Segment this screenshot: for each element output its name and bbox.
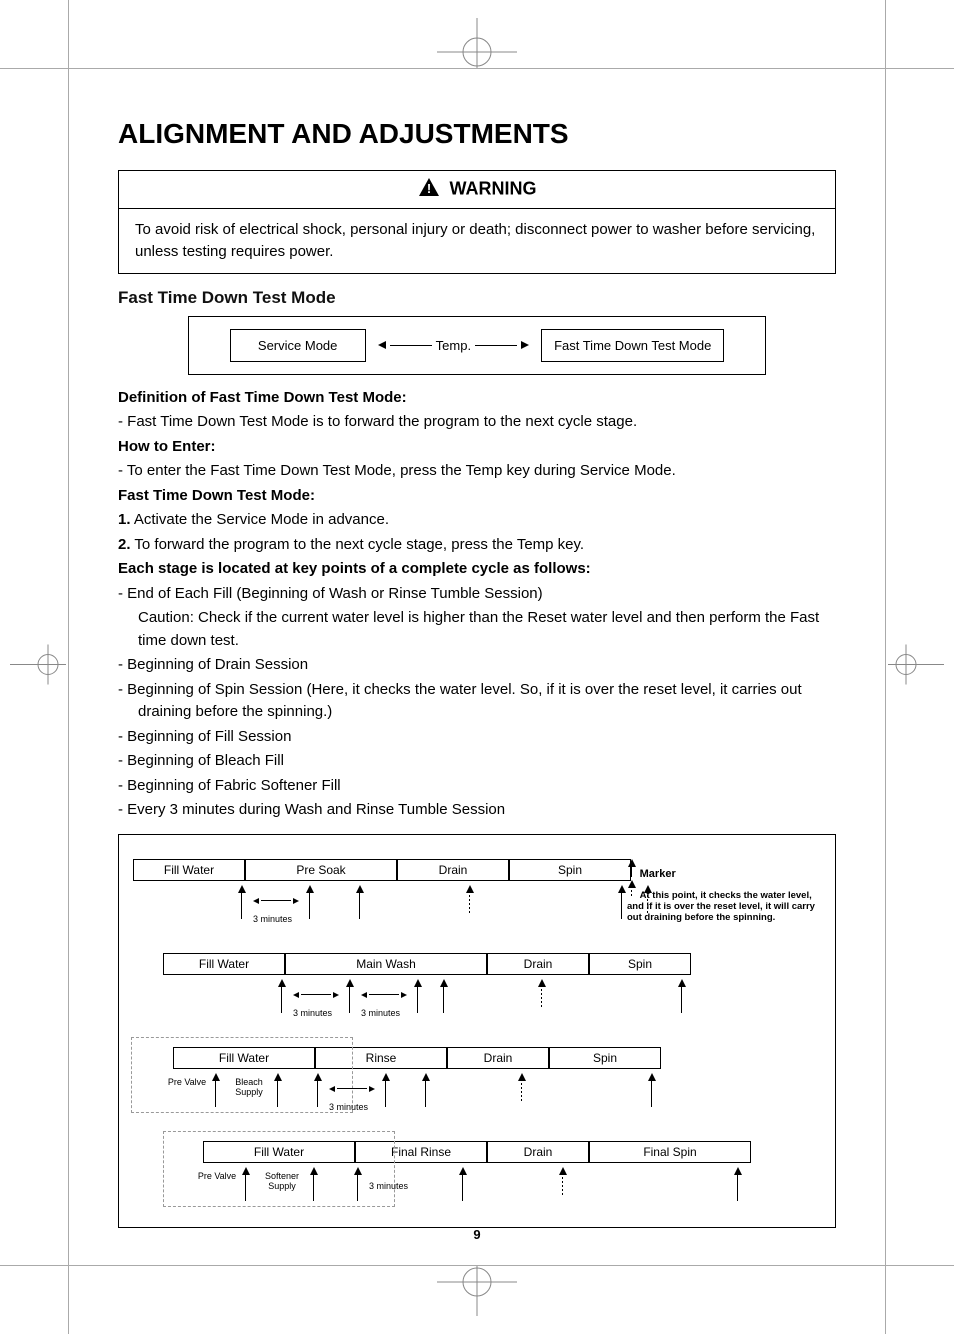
marker-arrow (355, 885, 365, 919)
stage-drain: Drain (487, 1141, 589, 1163)
stage-fill: Fill Water (163, 953, 285, 975)
stage-spin: Spin (549, 1047, 661, 1069)
stage-drain: Drain (397, 859, 509, 881)
marker-arrow-dash (643, 885, 653, 913)
warning-box: ! WARNING To avoid risk of electrical sh… (118, 170, 836, 274)
caution-text: Caution: Check if the current water leve… (118, 607, 836, 652)
list-item: - To enter the Fast Time Down Test Mode,… (118, 460, 836, 483)
three-min-span: 3 minutes (361, 985, 407, 1019)
marker-arrow (677, 979, 687, 1013)
cycle-diagram: Marker At this point, it checks the wate… (118, 834, 836, 1228)
warning-text: To avoid risk of electrical shock, perso… (119, 209, 835, 273)
bleach-label: Bleach Supply (229, 1077, 269, 1113)
registration-mark-left (10, 645, 66, 690)
cycle-row-rinse: Fill Water Rinse Drain Spin Pre Valve Bl… (133, 1047, 817, 1113)
marker-arrow-dash (465, 885, 475, 913)
page-title: ALIGNMENT AND ADJUSTMENTS (118, 118, 836, 150)
softener-label: Softener Supply (259, 1171, 305, 1207)
marker-arrow (733, 1167, 743, 1201)
step-2: 2. To forward the program to the next cy… (118, 534, 836, 557)
subhead-stages: Each stage is located at key points of a… (118, 558, 836, 581)
marker-arrow (237, 885, 247, 919)
list-item: - Beginning of Fill Session (118, 726, 836, 749)
mode-fast-time: Fast Time Down Test Mode (541, 329, 724, 362)
list-item: - Fast Time Down Test Mode is to forward… (118, 411, 836, 434)
section-heading: Fast Time Down Test Mode (118, 288, 836, 308)
step-1: 1. Activate the Service Mode in advance. (118, 509, 836, 532)
marker-arrow (647, 1073, 657, 1107)
marker-arrow (413, 979, 423, 1013)
arrow-bidirectional: Temp. (378, 338, 529, 353)
marker-arrow (353, 1167, 363, 1201)
stage-mainwash: Main Wash (285, 953, 487, 975)
marker-arrow (381, 1073, 391, 1107)
marker-arrow (313, 1073, 323, 1107)
warning-label: WARNING (450, 178, 537, 198)
body-copy: Definition of Fast Time Down Test Mode: … (118, 387, 836, 822)
three-min-label: 3 minutes (369, 1181, 408, 1207)
mode-service: Service Mode (230, 329, 366, 362)
stage-drain: Drain (487, 953, 589, 975)
page-number: 9 (118, 1227, 836, 1242)
pre-valve-label: Pre Valve (167, 1077, 207, 1087)
three-min-span: 3 minutes (293, 985, 339, 1019)
marker-arrow (458, 1167, 468, 1201)
marker-arrow-dash (537, 979, 547, 1007)
stage-presoak: Pre Soak (245, 859, 397, 881)
marker-arrow (439, 979, 449, 1013)
mode-nav-diagram: Service Mode Temp. Fast Time Down Test M… (188, 316, 766, 375)
list-item: - Beginning of Spin Session (Here, it ch… (118, 679, 836, 724)
crop-mark (68, 0, 69, 1334)
cycle-row-presoak: Marker At this point, it checks the wate… (133, 859, 817, 925)
list-item: - Beginning of Fabric Softener Fill (118, 775, 836, 798)
registration-mark-right (888, 645, 944, 690)
registration-mark-bottom (437, 1266, 517, 1316)
cycle-row-mainwash: Fill Water Main Wash Drain Spin 3 minute… (133, 953, 817, 1019)
subhead-howto: How to Enter: (118, 436, 836, 459)
stage-spin: Spin (509, 859, 631, 881)
list-item: - Beginning of Drain Session (118, 654, 836, 677)
marker-arrow (273, 1073, 283, 1107)
marker-arrow (277, 979, 287, 1013)
pre-valve-label: Pre Valve (197, 1171, 237, 1181)
crop-mark (885, 0, 886, 1334)
marker-arrow-dash (558, 1167, 568, 1195)
subhead-definition: Definition of Fast Time Down Test Mode: (118, 387, 836, 410)
marker-arrow (241, 1167, 251, 1201)
stage-drain: Drain (447, 1047, 549, 1069)
svg-text:!: ! (426, 181, 430, 196)
stage-fill: Fill Water (133, 859, 245, 881)
marker-arrow-dash (517, 1073, 527, 1101)
three-min-span: 3 minutes (329, 1079, 375, 1113)
marker-arrow (421, 1073, 431, 1107)
marker-arrow (305, 885, 315, 919)
subhead-mode: Fast Time Down Test Mode: (118, 485, 836, 508)
warning-header: ! WARNING (119, 171, 835, 209)
warning-icon: ! (418, 177, 440, 202)
registration-mark-top (437, 18, 517, 68)
crop-mark (0, 68, 954, 69)
list-item: - End of Each Fill (Beginning of Wash or… (118, 583, 836, 606)
marker-arrow (211, 1073, 221, 1107)
stage-finalspin: Final Spin (589, 1141, 751, 1163)
marker-arrow (345, 979, 355, 1013)
stage-spin: Spin (589, 953, 691, 975)
marker-arrow (617, 885, 627, 919)
cycle-row-finalrinse: Fill Water Final Rinse Drain Final Spin … (133, 1141, 817, 1207)
list-item: - Every 3 minutes during Wash and Rinse … (118, 799, 836, 822)
three-min-span: 3 minutes (253, 891, 299, 925)
list-item: - Beginning of Bleach Fill (118, 750, 836, 773)
marker-arrow (309, 1167, 319, 1201)
